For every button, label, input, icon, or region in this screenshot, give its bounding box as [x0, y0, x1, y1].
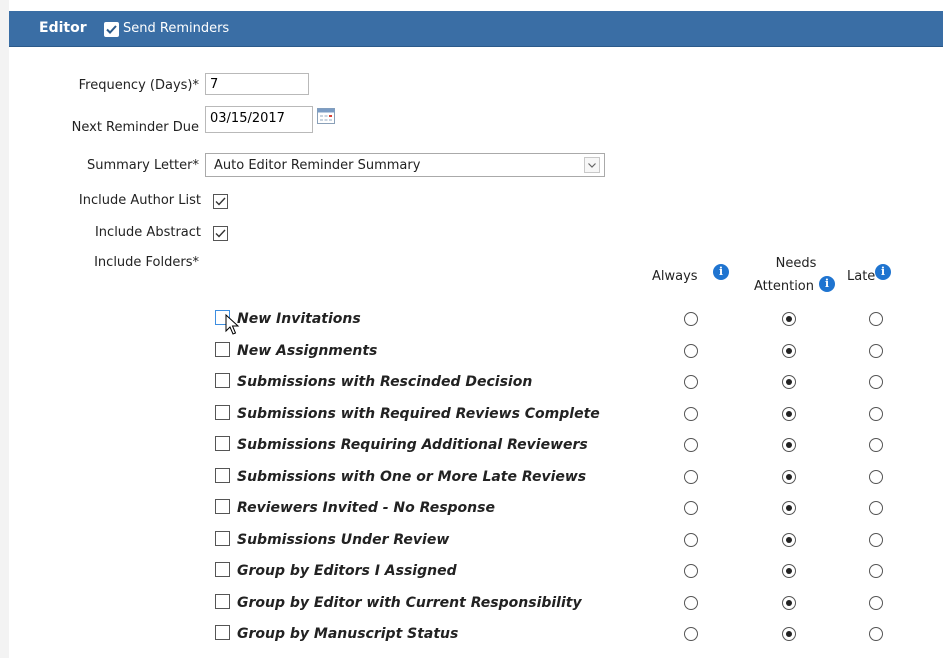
send-reminders-label[interactable]: Send Reminders	[123, 21, 229, 36]
checkmark-icon	[215, 229, 226, 238]
reminder-panel	[9, 0, 943, 658]
folder-checkbox[interactable]	[215, 342, 230, 357]
include-folders-label: Include Folders*	[94, 255, 199, 270]
col-needs-line1: Needs	[775, 256, 817, 271]
editor-header-bar: Editor Send Reminders	[9, 11, 943, 47]
radio-needs[interactable]	[782, 470, 796, 484]
radio-always[interactable]	[684, 375, 698, 389]
radio-needs[interactable]	[782, 564, 796, 578]
folder-label[interactable]: Reviewers Invited - No Response	[237, 500, 495, 516]
next-due-input[interactable]	[205, 106, 313, 133]
summary-letter-label: Summary Letter*	[86, 158, 199, 173]
col-late-label: Late	[847, 269, 876, 284]
radio-late[interactable]	[869, 312, 883, 326]
folder-checkbox[interactable]	[215, 499, 230, 514]
radio-late[interactable]	[869, 596, 883, 610]
radio-late[interactable]	[869, 375, 883, 389]
folder-label[interactable]: Submissions with One or More Late Review…	[237, 469, 586, 485]
folder-label[interactable]: Submissions with Required Reviews Comple…	[237, 406, 600, 422]
section-title: Editor	[39, 20, 87, 36]
radio-needs[interactable]	[782, 501, 796, 515]
radio-late[interactable]	[869, 627, 883, 641]
folder-label[interactable]: Submissions Under Review	[237, 532, 449, 548]
radio-always[interactable]	[684, 501, 698, 515]
radio-late[interactable]	[869, 564, 883, 578]
radio-always[interactable]	[684, 627, 698, 641]
radio-always[interactable]	[684, 596, 698, 610]
radio-always[interactable]	[684, 564, 698, 578]
abstract-checkbox[interactable]	[213, 226, 228, 241]
summary-letter-value: Auto Editor Reminder Summary	[214, 158, 421, 173]
abstract-label: Include Abstract	[94, 225, 201, 240]
radio-always[interactable]	[684, 438, 698, 452]
folder-checkbox[interactable]	[215, 625, 230, 640]
radio-needs[interactable]	[782, 407, 796, 421]
calendar-icon[interactable]	[317, 108, 335, 124]
radio-always[interactable]	[684, 470, 698, 484]
info-icon-needs-attention[interactable]: i	[819, 276, 835, 292]
radio-always[interactable]	[684, 407, 698, 421]
radio-late[interactable]	[869, 501, 883, 515]
radio-late[interactable]	[869, 438, 883, 452]
frequency-label: Frequency (Days)*	[78, 78, 199, 93]
radio-always[interactable]	[684, 533, 698, 547]
radio-always[interactable]	[684, 312, 698, 326]
folder-checkbox[interactable]	[215, 531, 230, 546]
summary-letter-select[interactable]: Auto Editor Reminder Summary	[205, 153, 605, 177]
info-icon-always[interactable]: i	[713, 264, 729, 280]
chevron-down-icon[interactable]	[584, 157, 600, 173]
folder-label[interactable]: New Assignments	[237, 343, 377, 359]
folder-checkbox[interactable]	[215, 436, 230, 451]
frequency-input[interactable]	[205, 73, 309, 95]
info-icon-late[interactable]: i	[875, 264, 891, 280]
radio-needs[interactable]	[782, 344, 796, 358]
folder-checkbox[interactable]	[215, 373, 230, 388]
folder-label[interactable]: Group by Editor with Current Responsibil…	[237, 595, 582, 611]
radio-needs[interactable]	[782, 596, 796, 610]
author-list-checkbox[interactable]	[213, 194, 228, 209]
folder-checkbox[interactable]	[215, 594, 230, 609]
folder-checkbox[interactable]	[215, 468, 230, 483]
folder-label[interactable]: Group by Editors I Assigned	[237, 563, 457, 579]
folder-label[interactable]: Group by Manuscript Status	[237, 626, 458, 642]
col-needs-line2: Attention	[754, 279, 814, 294]
checkmark-icon	[106, 25, 117, 34]
radio-late[interactable]	[869, 344, 883, 358]
next-due-label: Next Reminder Due	[71, 120, 199, 135]
radio-needs[interactable]	[782, 375, 796, 389]
folder-label[interactable]: Submissions Requiring Additional Reviewe…	[237, 437, 588, 453]
folder-label[interactable]: Submissions with Rescinded Decision	[237, 374, 532, 390]
radio-needs[interactable]	[782, 312, 796, 326]
radio-late[interactable]	[869, 470, 883, 484]
folder-checkbox[interactable]	[215, 562, 230, 577]
author-list-label: Include Author List	[78, 193, 201, 208]
folder-label[interactable]: New Invitations	[237, 311, 361, 327]
radio-always[interactable]	[684, 344, 698, 358]
radio-needs[interactable]	[782, 438, 796, 452]
checkmark-icon	[215, 197, 226, 206]
col-always-label: Always	[652, 269, 698, 284]
folder-checkbox[interactable]	[215, 405, 230, 420]
radio-needs[interactable]	[782, 627, 796, 641]
radio-late[interactable]	[869, 533, 883, 547]
radio-late[interactable]	[869, 407, 883, 421]
mouse-cursor-icon	[225, 314, 240, 335]
send-reminders-checkbox[interactable]	[104, 22, 119, 37]
radio-needs[interactable]	[782, 533, 796, 547]
